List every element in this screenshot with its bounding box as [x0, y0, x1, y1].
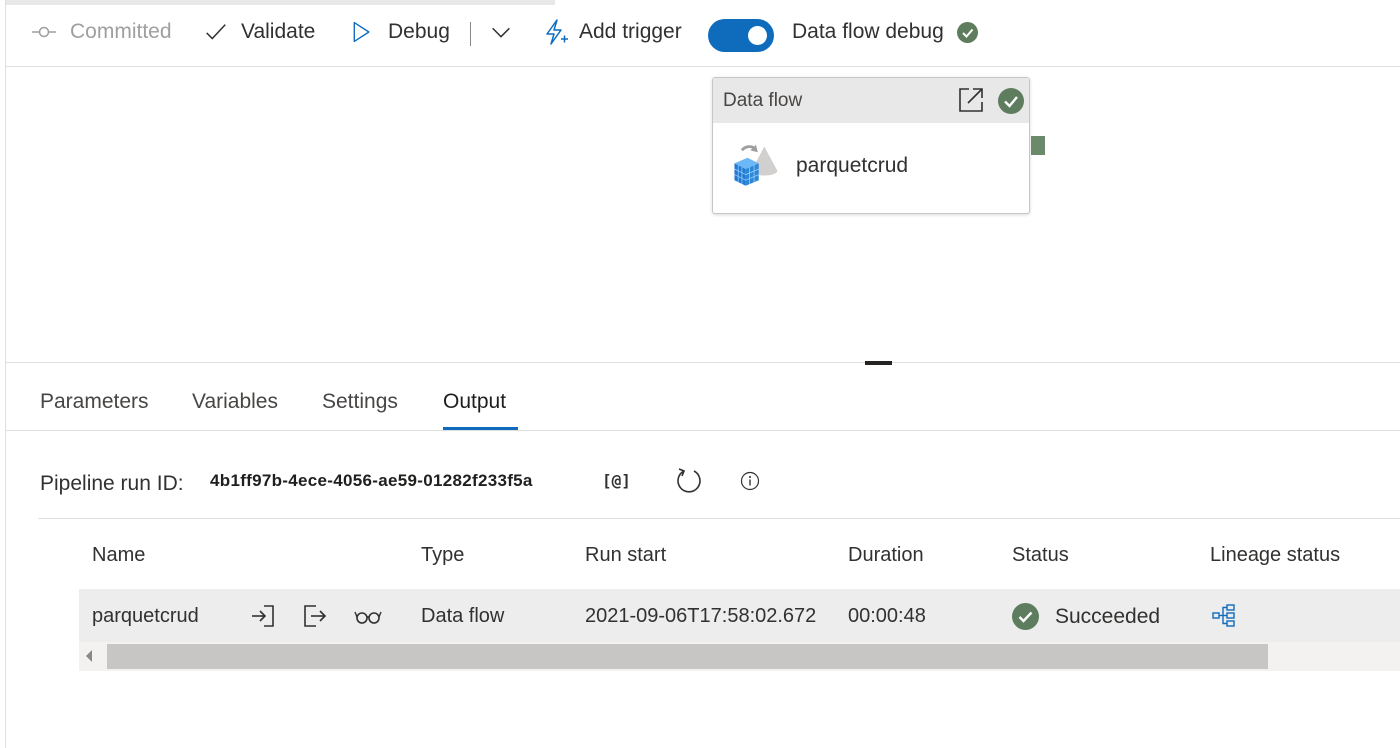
run-id-divider — [38, 518, 1400, 519]
scrollbar-thumb[interactable] — [107, 644, 1268, 669]
node-output-port[interactable] — [1031, 136, 1045, 155]
tab-settings[interactable]: Settings — [322, 390, 398, 414]
row-duration: 00:00:48 — [848, 605, 926, 627]
row-status: Succeeded — [1055, 605, 1161, 628]
toggle-knob — [748, 26, 767, 45]
status-success-icon — [1012, 603, 1039, 630]
column-header-run-start[interactable]: Run start — [585, 544, 666, 567]
copy-run-id-button[interactable]: [@] — [602, 471, 631, 490]
commit-icon — [32, 26, 56, 38]
tab-parameters[interactable]: Parameters — [40, 390, 149, 414]
debug-button[interactable]: Debug — [350, 18, 450, 46]
row-type: Data flow — [421, 605, 505, 627]
output-icon[interactable] — [302, 603, 328, 629]
data-flow-debug-toggle[interactable] — [708, 19, 774, 52]
info-icon[interactable] — [740, 471, 760, 491]
scroll-left-arrow-icon[interactable] — [86, 650, 92, 662]
debug-dropdown-button[interactable] — [488, 18, 522, 46]
add-trigger-button[interactable]: Add trigger — [541, 18, 682, 46]
add-trigger-label: Add trigger — [579, 20, 682, 43]
committed-button[interactable]: Committed — [30, 18, 172, 46]
tab-output[interactable]: Output — [443, 390, 506, 414]
input-icon[interactable] — [250, 603, 276, 629]
column-header-type[interactable]: Type — [421, 544, 464, 567]
node-header: Data flow — [713, 78, 1029, 123]
data-flow-activity-node[interactable]: Data flow parquetcrud — [712, 77, 1030, 214]
active-tab-indicator — [443, 427, 518, 430]
lightning-icon — [546, 19, 568, 45]
node-type-label: Data flow — [723, 89, 803, 111]
splitter-handle[interactable] — [865, 361, 892, 365]
lineage-icon[interactable] — [1212, 603, 1236, 629]
checkmark-icon — [206, 24, 226, 40]
play-icon — [353, 21, 370, 43]
column-header-lineage-status[interactable]: Lineage status — [1210, 544, 1340, 567]
panel-splitter — [6, 362, 1400, 363]
column-header-status[interactable]: Status — [1012, 544, 1069, 567]
data-flow-debug-label: Data flow debug — [792, 20, 944, 43]
data-flow-icon — [734, 144, 778, 186]
row-name: parquetcrud — [92, 605, 199, 627]
open-external-icon[interactable] — [957, 86, 985, 114]
node-body: parquetcrud — [713, 123, 1029, 214]
pipeline-run-id-value: 4b1ff97b-4ece-4056-ae59-01282f233f5a — [210, 471, 533, 490]
column-header-name[interactable]: Name — [92, 544, 145, 567]
node-success-icon — [998, 88, 1024, 114]
pipeline-run-id-label: Pipeline run ID: — [40, 472, 184, 495]
validate-label: Validate — [241, 20, 316, 43]
toolbar-divider — [470, 22, 471, 46]
row-run-start: 2021-09-06T17:58:02.672 — [585, 605, 817, 627]
debug-label: Debug — [388, 20, 450, 43]
left-border — [0, 0, 6, 748]
committed-label: Committed — [70, 20, 172, 43]
column-header-duration[interactable]: Duration — [848, 544, 924, 567]
refresh-icon[interactable] — [674, 466, 704, 496]
success-check-icon — [956, 21, 978, 43]
glasses-icon[interactable] — [354, 603, 382, 629]
data-flow-debug-status: Data flow debug — [792, 18, 978, 46]
node-name: parquetcrud — [796, 154, 909, 177]
chevron-down-icon — [492, 27, 510, 38]
tab-variables[interactable]: Variables — [192, 390, 278, 414]
validate-button[interactable]: Validate — [203, 18, 315, 46]
